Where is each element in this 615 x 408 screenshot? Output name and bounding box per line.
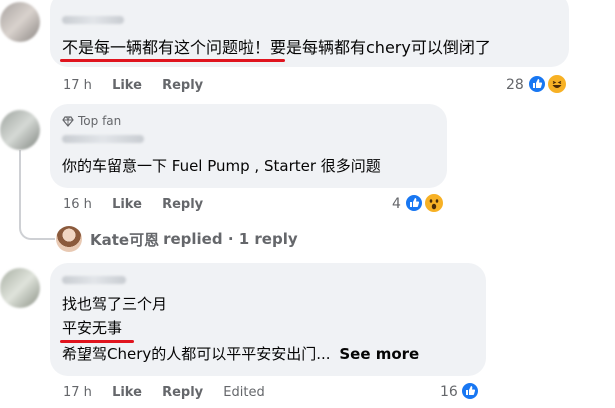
haha-icon — [546, 73, 568, 95]
replier-name[interactable]: Kate可恩 — [90, 229, 159, 250]
like-icon — [527, 74, 547, 94]
edited-label: Edited — [223, 385, 265, 400]
comment-actions: 16 h Like Reply — [63, 197, 203, 213]
like-icon — [404, 193, 424, 213]
comment-time[interactable]: 17 h — [63, 78, 92, 93]
top-fan-badge: Top fan — [62, 114, 121, 128]
diamond-icon — [62, 116, 74, 127]
reply-button[interactable]: Reply — [162, 385, 203, 400]
like-button[interactable]: Like — [112, 78, 142, 93]
comment-text: 你的车留意一下 Fuel Pump , Starter 很多问题 — [62, 157, 381, 175]
wow-icon — [423, 192, 445, 214]
badge-label: Top fan — [78, 114, 122, 128]
red-underline-annotation — [60, 59, 285, 62]
comment-actions: 17 h Like Reply — [63, 78, 203, 94]
see-more-link[interactable]: See more — [339, 345, 419, 363]
comment-text-line: 找也驾了三个月 — [62, 295, 168, 313]
red-underline-annotation — [60, 340, 134, 343]
view-replies-link[interactable]: Kate可恩 replied · 1 reply — [56, 226, 298, 252]
thread-connector — [19, 150, 21, 220]
reaction-count[interactable]: 16 — [440, 384, 458, 400]
like-button[interactable]: Like — [112, 197, 142, 212]
comment-time[interactable]: 16 h — [63, 197, 92, 212]
like-icon — [460, 381, 480, 401]
comment-text-line: 平安无事 — [62, 319, 123, 337]
comment-text: 不是每一辆都有这个问题啦！要是每辆都有chery可以倒闭了 — [62, 38, 491, 57]
commenter-name[interactable] — [62, 276, 126, 284]
commenter-name[interactable] — [62, 16, 124, 24]
reply-thread-line — [19, 212, 55, 240]
replier-avatar — [56, 226, 82, 252]
avatar[interactable] — [0, 110, 40, 150]
reply-button[interactable]: Reply — [162, 197, 203, 212]
like-button[interactable]: Like — [112, 385, 142, 400]
replies-count[interactable]: replied · 1 reply — [163, 230, 298, 248]
comment-text-truncated: 希望驾Chery的人都可以平平安安出门... — [62, 345, 331, 363]
commenter-name[interactable] — [62, 135, 144, 143]
avatar[interactable] — [0, 2, 40, 42]
reaction-count[interactable]: 4 — [392, 196, 401, 212]
reaction-count[interactable]: 28 — [506, 77, 524, 93]
avatar[interactable] — [0, 268, 40, 308]
comment-actions: 17 h Like Reply Edited — [63, 385, 265, 401]
comment-text-line: 希望驾Chery的人都可以平平安安出门... See more — [62, 344, 419, 365]
reply-button[interactable]: Reply — [162, 78, 203, 93]
comment-time[interactable]: 17 h — [63, 385, 92, 400]
